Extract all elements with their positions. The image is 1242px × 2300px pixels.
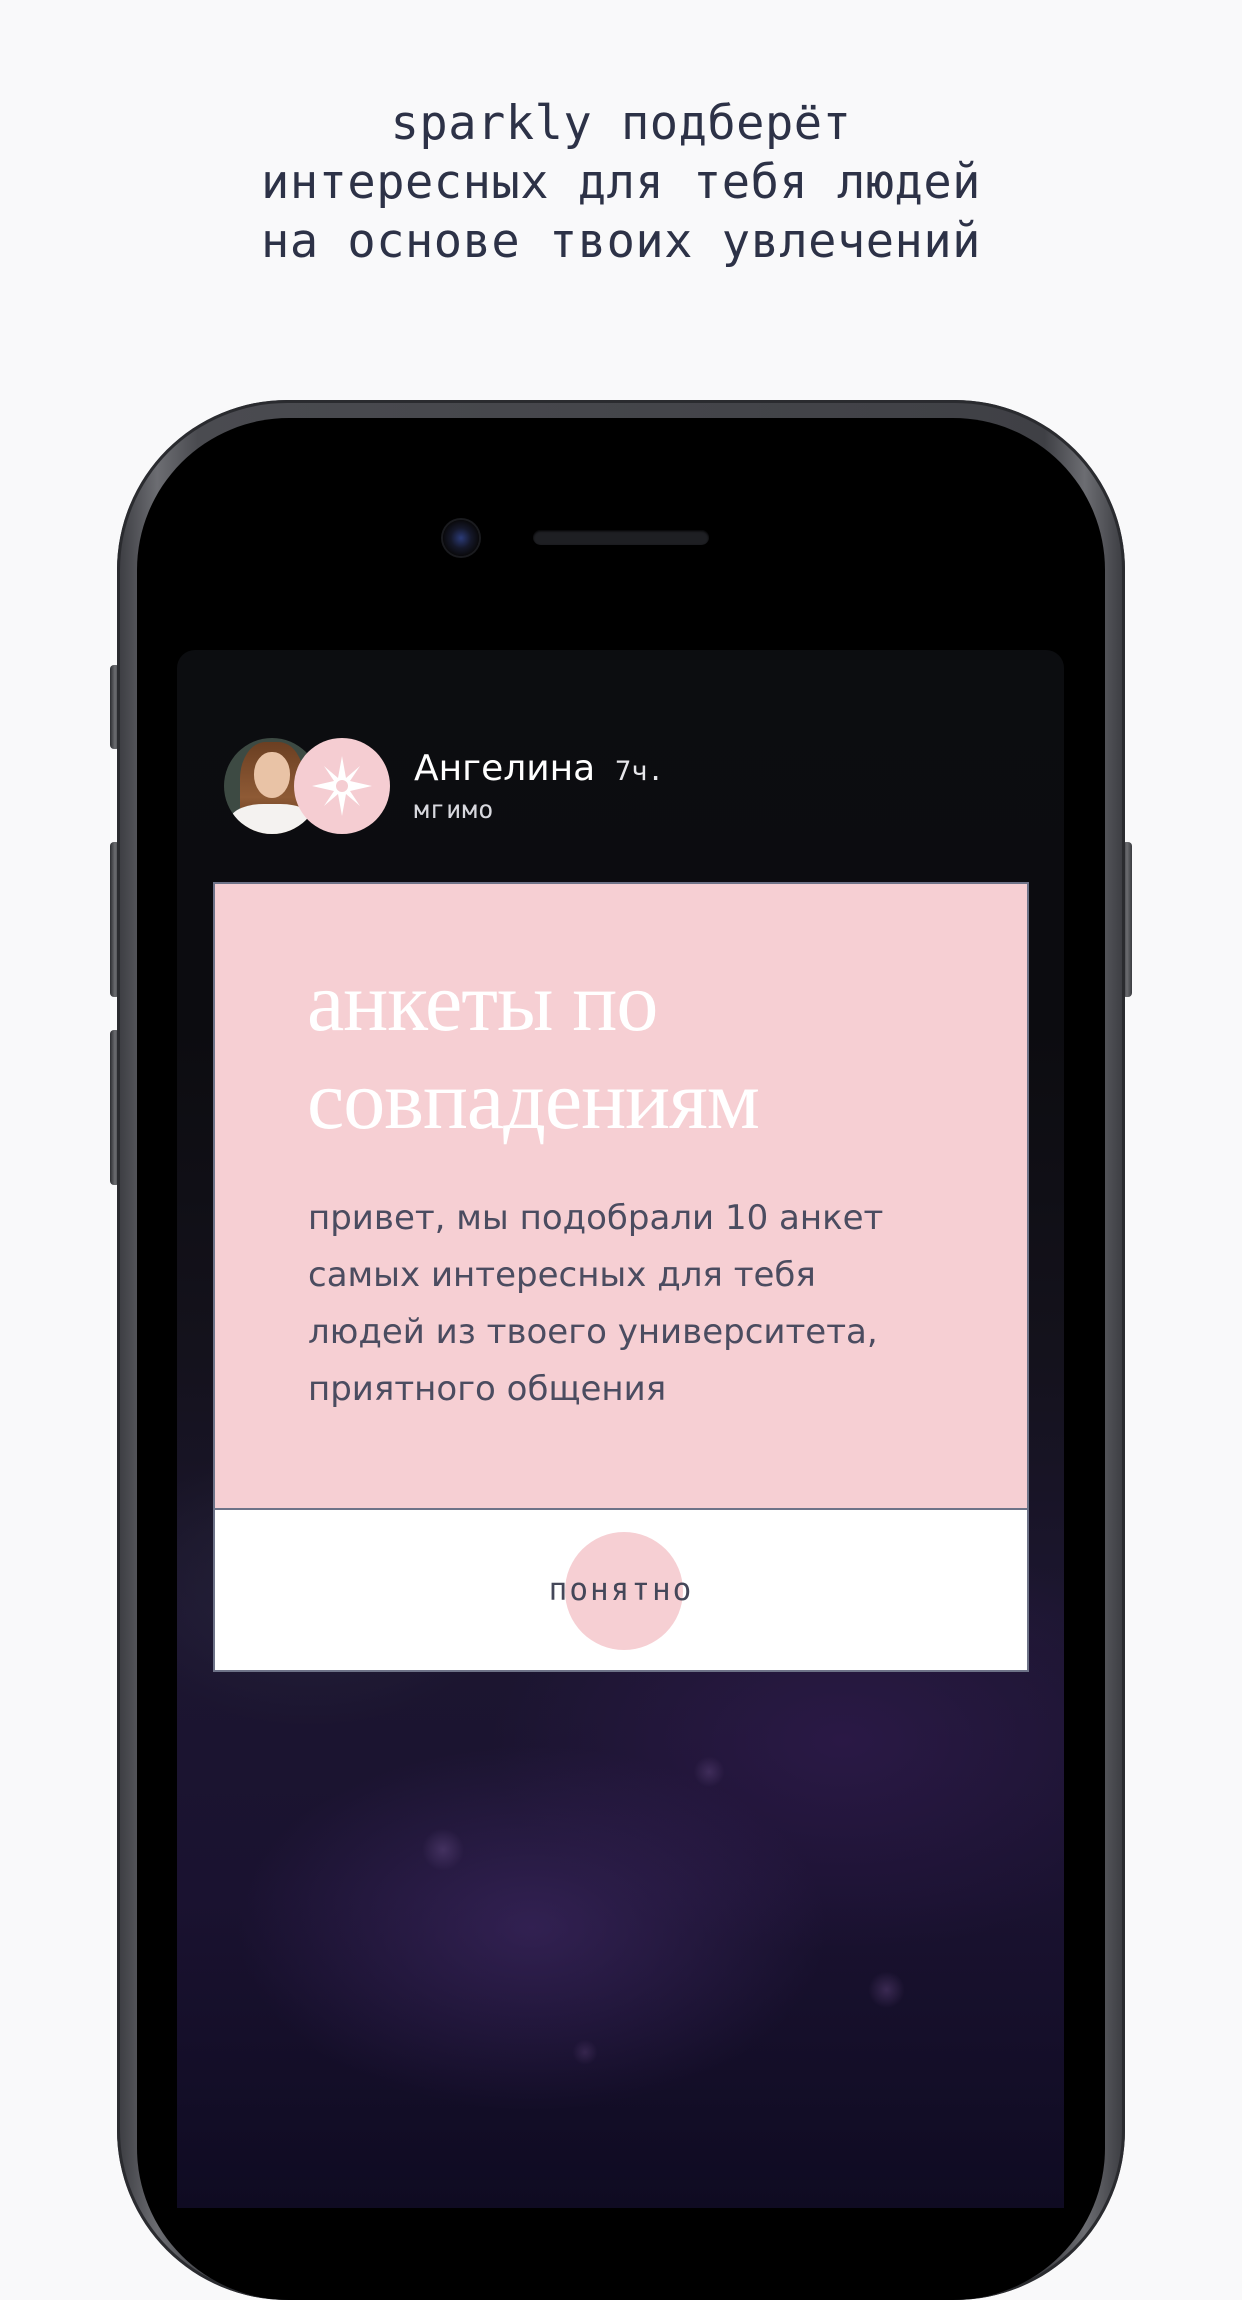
card-message-line-2: самых интересных для тебя [308,1255,816,1295]
caption-line-1: sparkly подберёт [390,96,852,151]
caption-line-2: интересных для тебя людей [261,155,981,210]
caption-line-3: на основе твоих увлечений [261,214,981,269]
front-camera [443,520,479,556]
author-university: мгимо [414,795,495,824]
card-message-line-3: людей из твоего университета, [308,1312,878,1352]
post-time: 7ч. [615,756,664,787]
match-profiles-card: анкеты по совпадениям привет, мы подобра… [213,882,1029,1672]
promo-caption: sparkly подберёт интересных для тебя люд… [0,94,1242,271]
got-it-button-label: понятно [548,1572,694,1608]
card-title: анкеты по совпадениям [307,954,1007,1150]
card-content: анкеты по совпадениям привет, мы подобра… [215,884,1027,1510]
card-footer: понятно [215,1510,1027,1670]
card-title-line-1: анкеты по [307,956,658,1049]
sparkle-star-icon [294,738,390,834]
card-title-line-2: совпадениям [307,1054,760,1147]
card-message-line-4: приятного общения [308,1369,667,1409]
earpiece-speaker [533,530,709,545]
card-message: привет, мы подобрали 10 анкет самых инте… [308,1190,928,1418]
author-name[interactable]: Ангелина [414,748,595,789]
got-it-button[interactable]: понятно [215,1510,1027,1670]
card-message-line-1: привет, мы подобрали 10 анкет [308,1198,884,1238]
